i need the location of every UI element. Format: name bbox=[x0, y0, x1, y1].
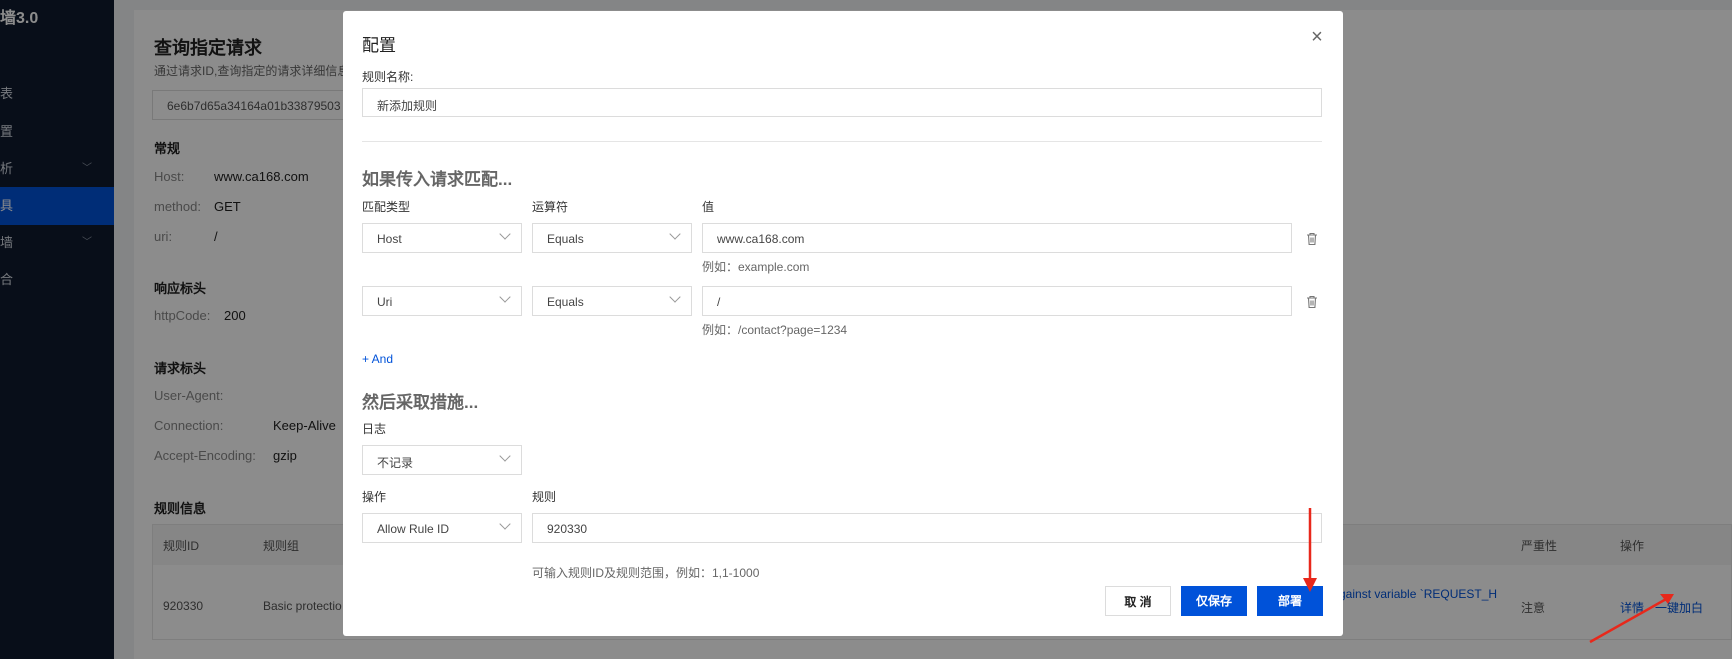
save-only-button[interactable]: 仅保存 bbox=[1181, 586, 1247, 616]
divider bbox=[362, 141, 1322, 142]
operation-label: 操作 bbox=[362, 490, 387, 504]
log-label: 日志 bbox=[362, 422, 387, 436]
rule-hint: 可输入规则ID及规则范围，例如：1,1-1000 bbox=[532, 566, 760, 580]
cancel-button[interactable]: 取 消 bbox=[1105, 586, 1171, 616]
chevron-down-icon bbox=[669, 291, 681, 303]
operator-select-host[interactable]: Equals bbox=[532, 223, 692, 253]
match-heading: 如果传入请求匹配... bbox=[362, 170, 513, 189]
col-match-type: 匹配类型 bbox=[362, 200, 411, 214]
rule-name-input[interactable]: 新添加规则 bbox=[362, 88, 1322, 117]
match-type-select-host[interactable]: Host bbox=[362, 223, 522, 253]
match-type-select-uri[interactable]: Uri bbox=[362, 286, 522, 316]
config-modal: 配置 × 规则名称: 新添加规则 如果传入请求匹配... 匹配类型 运算符 值 … bbox=[343, 11, 1343, 636]
modal-title: 配置 bbox=[362, 36, 396, 55]
chevron-down-icon bbox=[499, 291, 511, 303]
chevron-down-icon bbox=[499, 228, 511, 240]
chevron-down-icon bbox=[499, 518, 511, 530]
value-hint-host: 例如：example.com bbox=[702, 260, 810, 274]
trash-icon[interactable] bbox=[1305, 295, 1319, 309]
log-select[interactable]: 不记录 bbox=[362, 445, 522, 475]
operator-select-uri[interactable]: Equals bbox=[532, 286, 692, 316]
chevron-down-icon bbox=[669, 228, 681, 240]
col-value: 值 bbox=[702, 200, 715, 214]
value-hint-uri: 例如：/contact?page=1234 bbox=[702, 323, 848, 337]
trash-icon[interactable] bbox=[1305, 232, 1319, 246]
chevron-down-icon bbox=[499, 450, 511, 462]
deploy-button[interactable]: 部署 bbox=[1257, 586, 1323, 616]
add-and-condition-button[interactable]: + And bbox=[362, 352, 393, 366]
close-icon[interactable]: × bbox=[1307, 27, 1327, 47]
rule-label: 规则 bbox=[532, 490, 557, 504]
col-operator: 运算符 bbox=[532, 200, 569, 214]
rule-id-input[interactable]: 920330 bbox=[532, 513, 1322, 543]
rule-name-label: 规则名称: bbox=[362, 70, 414, 84]
value-input-host[interactable]: www.ca168.com bbox=[702, 223, 1292, 253]
action-heading: 然后采取措施... bbox=[362, 393, 479, 412]
value-input-uri[interactable]: / bbox=[702, 286, 1292, 316]
operation-select[interactable]: Allow Rule ID bbox=[362, 513, 522, 543]
